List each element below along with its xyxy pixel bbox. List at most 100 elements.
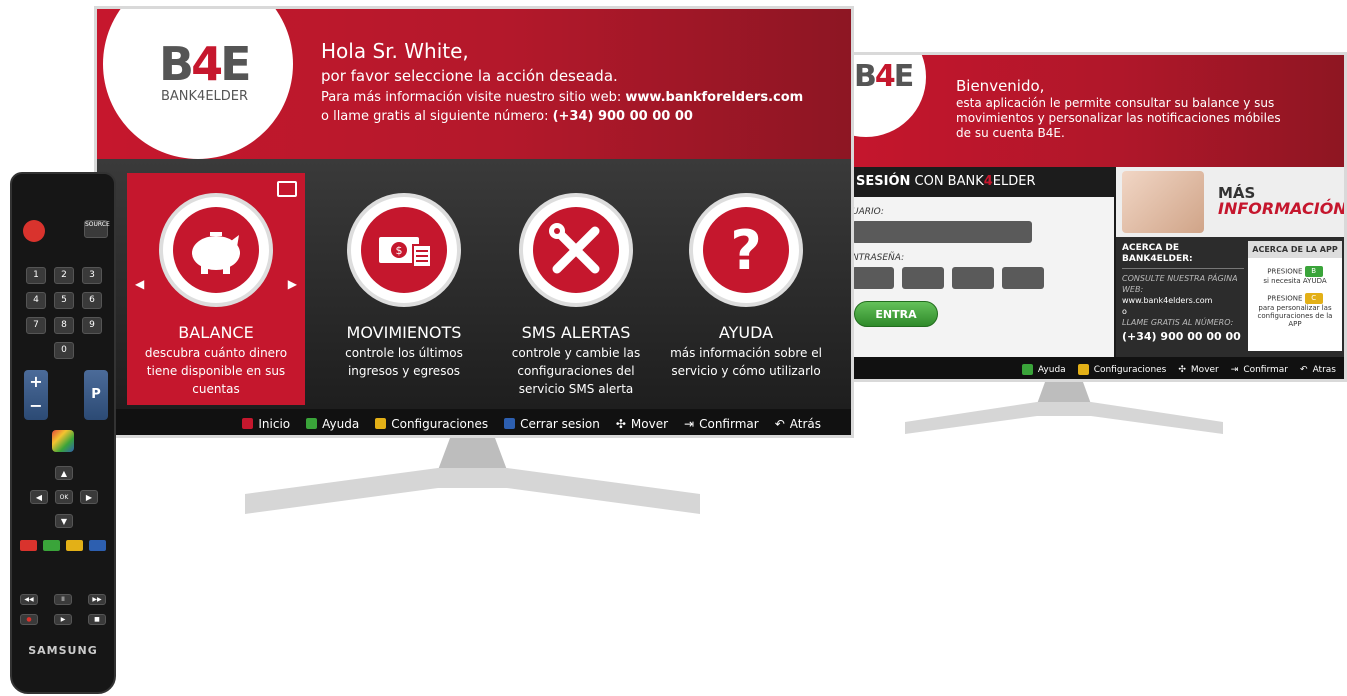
welcome-line: movimientos y personalizar las notificac…	[956, 111, 1281, 125]
key-4[interactable]: 4	[26, 292, 46, 309]
pin-digit-input[interactable]	[952, 267, 994, 289]
website-line: Para más información visite nuestro siti…	[321, 90, 804, 105]
yellow-key-icon: C	[1304, 293, 1323, 304]
greeting-text: Hola Sr. White, por favor seleccione la …	[321, 39, 803, 126]
welcome-line: de su cuenta B4E.	[956, 126, 1065, 140]
tile-desc: descubra cuánto dinero tiene disponible …	[144, 346, 288, 396]
enter-button[interactable]: ENTRA	[854, 301, 938, 327]
info-panel: MÁS INFORMACIÓN ACERCA DE BANK4ELDER: CON…	[1116, 167, 1347, 357]
tv-stand	[905, 382, 1223, 434]
exit-icon[interactable]	[277, 181, 297, 197]
help-text: si necesita AYUDA	[1263, 277, 1327, 285]
key-2[interactable]: 2	[54, 267, 74, 284]
play-button[interactable]: ▶	[54, 614, 72, 625]
login-title: SESIÓN CON BANK4ELDER	[846, 167, 1114, 197]
visit-label: CONSULTE NUESTRA PÁGINA WEB:	[1122, 274, 1238, 294]
move-hint: ✣ Mover	[615, 416, 669, 431]
back-hint: ↶ Atrás	[774, 416, 821, 431]
down-arrow-icon[interactable]: ▼	[55, 514, 73, 528]
piggy-bank-icon	[192, 232, 240, 274]
pin-digit-input[interactable]	[852, 267, 894, 289]
user-input[interactable]	[852, 221, 1032, 243]
left-arrow-icon[interactable]: ◀	[135, 277, 144, 291]
left-arrow-icon[interactable]: ◀	[30, 490, 48, 504]
move-arrows-icon: ✣	[1178, 364, 1186, 375]
svg-text:?: ?	[730, 219, 761, 282]
green-key-icon[interactable]	[43, 540, 60, 551]
red-key-icon	[242, 418, 254, 429]
greeting-title: Hola Sr. White,	[321, 39, 469, 63]
menu-tile-movimientos[interactable]: $ MOVIMIENOTS controle los últimos ingre…	[315, 173, 493, 405]
tile-desc: controle los últimos ingresos y egresos	[345, 346, 463, 378]
settings-hint[interactable]: Configuraciones	[375, 417, 488, 431]
ok-button[interactable]: OK	[55, 490, 73, 504]
menu-area: ◀ ▶ BALANCE descubra cuánto dinero tiene…	[97, 159, 851, 409]
key-1[interactable]: 1	[26, 267, 46, 284]
red-key-icon[interactable]	[20, 540, 37, 551]
login-header-text: Bienvenido, esta aplicación le permite c…	[956, 79, 1281, 141]
or-text: o	[1122, 307, 1127, 316]
key-0[interactable]: 0	[54, 342, 74, 359]
logout-hint[interactable]: Cerrar sesion	[504, 417, 600, 431]
menu-tile-sms-alertas[interactable]: SMS ALERTAS controle y cambie las config…	[487, 173, 665, 405]
source-button[interactable]: SOURCE	[84, 220, 110, 238]
pin-digit-input[interactable]	[1002, 267, 1044, 289]
stop-button[interactable]: ■	[88, 614, 106, 625]
tile-inner	[533, 207, 619, 293]
yellow-key-icon[interactable]	[66, 540, 83, 551]
key-5[interactable]: 5	[54, 292, 74, 309]
settings-hint[interactable]: Configuraciones	[1077, 364, 1166, 375]
power-button[interactable]	[23, 220, 45, 242]
help-instruction: PRESIONE B	[1248, 266, 1342, 277]
phone-line: o llame gratis al siguiente número: (+34…	[321, 109, 693, 124]
key-6[interactable]: 6	[82, 292, 102, 309]
right-arrow-icon[interactable]: ▶	[80, 490, 98, 504]
menu-tile-balance[interactable]: ◀ ▶ BALANCE descubra cuánto dinero tiene…	[127, 173, 305, 405]
about-bank: ACERCA DE BANK4ELDER: CONSULTE NUESTRA P…	[1122, 243, 1244, 342]
about-bank-title: ACERCA DE BANK4ELDER:	[1122, 243, 1244, 269]
back-hint: ↶ Atras	[1300, 364, 1336, 375]
logo-subtitle: BANK4ELDER	[161, 89, 249, 104]
volume-rocker[interactable]: + −	[24, 370, 48, 420]
tv-remote: SOURCE 1 2 3 4 5 6 7 8 9 0 + − P ▲ ◀ OK ▶…	[10, 172, 116, 694]
tile-inner: $	[361, 207, 447, 293]
blue-key-icon	[504, 418, 516, 429]
home-hint[interactable]: Inicio	[242, 417, 290, 431]
user-label: UARIO:	[852, 207, 884, 217]
tile-inner: ?	[703, 207, 789, 293]
tile-circle	[519, 193, 633, 307]
help-hint[interactable]: Ayuda	[1021, 364, 1066, 375]
tools-icon	[549, 223, 600, 274]
login-tv-screen: B4E Bienvenido, esta aplicación le permi…	[846, 52, 1347, 382]
menu-tile-ayuda[interactable]: ? AYUDA más información sobre el servici…	[657, 173, 835, 405]
login-panel: SESIÓN CON BANK4ELDER UARIO: NTRASEÑA: E…	[846, 167, 1114, 357]
pause-button[interactable]: II	[54, 594, 72, 605]
tile-name: SMS ALERTAS	[521, 323, 631, 342]
tile-circle: $	[347, 193, 461, 307]
money-list-icon: $	[379, 237, 432, 268]
login-bottom-bar: Ayuda Configuraciones ✣ Mover ⇥ Confirmar …	[846, 357, 1344, 379]
channel-rocker[interactable]: P	[84, 370, 108, 420]
rewind-button[interactable]: ◀◀	[20, 594, 38, 605]
blue-key-icon[interactable]	[89, 540, 106, 551]
smart-hub-icon[interactable]	[52, 430, 74, 452]
greeting-prompt: por favor seleccione la acción deseada.	[321, 67, 618, 85]
right-arrow-icon[interactable]: ▶	[288, 277, 297, 291]
move-hint: ✣ Mover	[1178, 364, 1219, 375]
tile-circle: ?	[689, 193, 803, 307]
green-key-icon	[306, 418, 318, 429]
forward-button[interactable]: ▶▶	[88, 594, 106, 605]
logo-circle: B4E	[846, 55, 926, 137]
pin-digit-input[interactable]	[902, 267, 944, 289]
key-7[interactable]: 7	[26, 317, 46, 334]
key-8[interactable]: 8	[54, 317, 74, 334]
yellow-key-icon	[375, 418, 387, 429]
help-hint[interactable]: Ayuda	[306, 417, 359, 431]
up-arrow-icon[interactable]: ▲	[55, 466, 73, 480]
confirm-hint: ⇥ Confirmar	[684, 416, 759, 431]
key-3[interactable]: 3	[82, 267, 102, 284]
config-instruction: PRESIONE C	[1248, 293, 1342, 304]
more-info-title: MÁS INFORMACIÓN	[1218, 184, 1347, 218]
key-9[interactable]: 9	[82, 317, 102, 334]
record-button[interactable]: ●	[20, 614, 38, 625]
